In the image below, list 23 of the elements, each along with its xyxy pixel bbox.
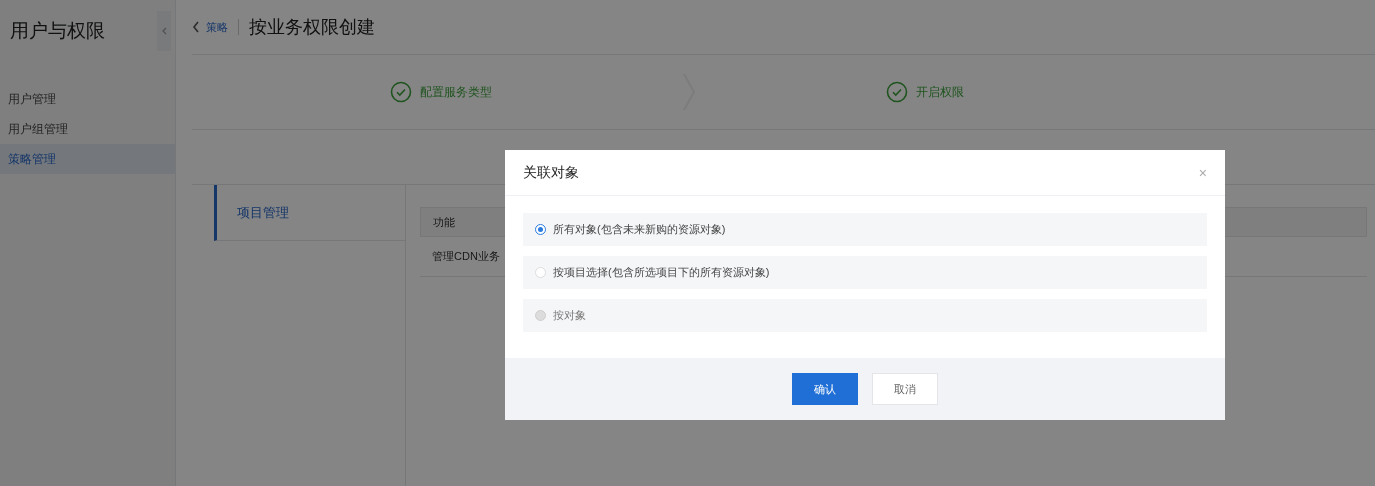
sidebar-item[interactable]: 策略管理	[0, 144, 175, 174]
check-circle-icon	[390, 81, 412, 103]
sidebar-title: 用户与权限	[10, 18, 105, 43]
column-header: 功能	[433, 214, 455, 230]
collapse-button[interactable]	[157, 11, 171, 51]
page-title: 按业务权限创建	[249, 15, 375, 39]
radio-option[interactable]: 按项目选择(包含所选项目下的所有资源对象)	[523, 256, 1207, 289]
step-label: 开启权限	[916, 84, 964, 101]
radio-option[interactable]: 所有对象(包含未来新购的资源对象)	[523, 213, 1207, 246]
chevron-left-icon	[161, 27, 167, 35]
table-cell-text: 管理CDN业务	[432, 249, 500, 265]
dialog-title: 关联对象	[523, 163, 579, 182]
sidebar-item[interactable]: 用户管理	[0, 84, 175, 114]
close-button[interactable]: ×	[1198, 165, 1207, 180]
radio-button[interactable]	[535, 224, 546, 235]
sidebar-item[interactable]: 用户组管理	[0, 114, 175, 144]
back-chevron-icon[interactable]	[192, 21, 200, 33]
section-tab[interactable]: 项目管理	[214, 185, 405, 241]
confirm-button[interactable]: 确认	[792, 373, 858, 405]
cancel-button[interactable]: 取消	[872, 373, 938, 405]
breadcrumb-link[interactable]: 策略	[206, 18, 228, 36]
check-circle-icon	[886, 81, 908, 103]
step-label: 配置服务类型	[420, 84, 492, 101]
